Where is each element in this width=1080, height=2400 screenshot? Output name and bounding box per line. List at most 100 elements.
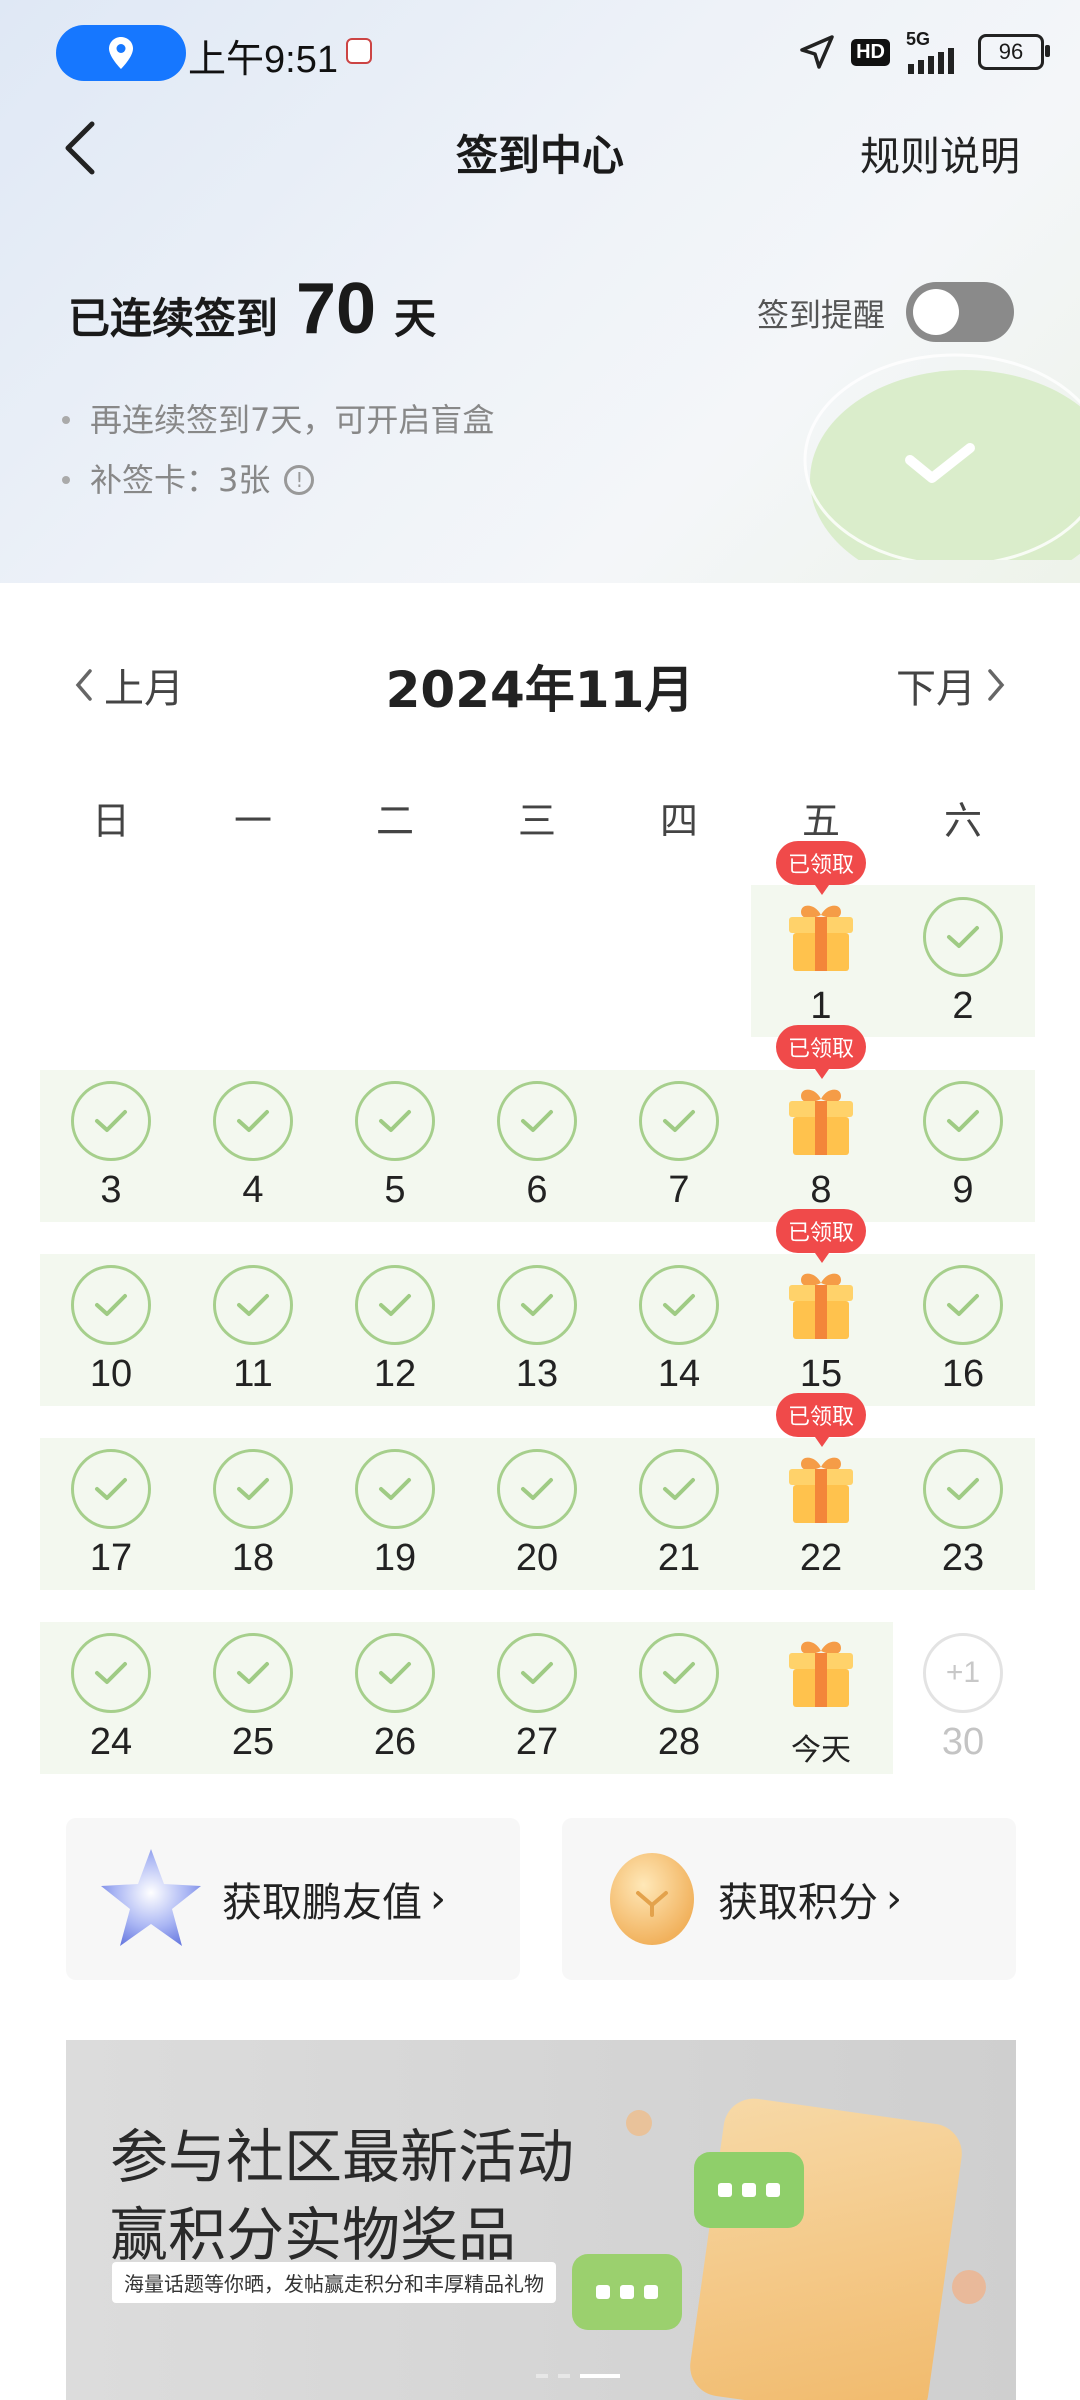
card-label: 获取积分 xyxy=(718,1880,878,1926)
check-icon xyxy=(663,1662,695,1684)
card-label: 获取鹏友值 xyxy=(222,1880,422,1926)
gift-icon xyxy=(789,1457,853,1523)
signal-5g-icon: 5G xyxy=(906,30,962,74)
rules-link[interactable]: 规则说明 xyxy=(860,124,1020,182)
get-pengyou-points-card[interactable]: 获取鹏友值 › xyxy=(66,1818,520,1980)
checked-day[interactable] xyxy=(71,1081,151,1161)
check-icon xyxy=(663,1110,695,1132)
day-number: 10 xyxy=(89,1353,133,1395)
checked-day[interactable] xyxy=(355,1449,435,1529)
day-number: 25 xyxy=(231,1721,275,1763)
checked-day[interactable] xyxy=(639,1449,719,1529)
checked-day[interactable] xyxy=(355,1081,435,1161)
banner-title: 赢积分实物奖品 xyxy=(110,2201,517,2269)
tip-item: 补签卡：3张! xyxy=(62,450,494,510)
chat-bubble-icon xyxy=(572,2254,682,2330)
check-icon xyxy=(947,1294,979,1316)
checked-day[interactable] xyxy=(213,1633,293,1713)
chevron-right-icon: › xyxy=(430,1876,446,1922)
day-number: 26 xyxy=(373,1721,417,1763)
today-gift[interactable] xyxy=(781,1633,861,1713)
gift-box[interactable] xyxy=(781,897,861,977)
check-icon xyxy=(379,1478,411,1500)
day-number: 28 xyxy=(657,1721,701,1763)
phone-illustration xyxy=(686,2094,966,2400)
checked-day[interactable] xyxy=(639,1265,719,1345)
info-icon[interactable]: ! xyxy=(284,465,315,495)
weekday-label: 六 xyxy=(943,799,982,843)
checked-day[interactable] xyxy=(923,897,1003,977)
battery-icon: 96 xyxy=(978,34,1050,70)
claimed-badge: 已领取 xyxy=(776,1393,866,1447)
checked-day[interactable] xyxy=(71,1449,151,1529)
checked-day[interactable] xyxy=(71,1265,151,1345)
app-notification-icon xyxy=(346,38,372,64)
page-dot-active xyxy=(580,2374,620,2378)
day-number: 17 xyxy=(89,1537,133,1579)
day-number: 15 xyxy=(799,1353,843,1395)
checked-day[interactable] xyxy=(923,1265,1003,1345)
checked-day[interactable] xyxy=(497,1449,577,1529)
checked-day[interactable] xyxy=(213,1081,293,1161)
check-icon xyxy=(237,1294,269,1316)
day-number: 8 xyxy=(810,1169,832,1211)
checked-day[interactable] xyxy=(923,1081,1003,1161)
check-icon xyxy=(237,1662,269,1684)
weekday-label: 日 xyxy=(91,799,130,843)
claimed-badge: 已领取 xyxy=(776,1025,866,1079)
gift-box[interactable] xyxy=(781,1081,861,1161)
activity-banner[interactable]: 参与社区最新活动 赢积分实物奖品 海量话题等你晒，发帖赢走积分和丰厚精品礼物 xyxy=(66,2040,1016,2400)
hd-badge: HD xyxy=(851,38,890,66)
location-pill[interactable] xyxy=(56,25,186,81)
gift-box[interactable] xyxy=(781,1265,861,1345)
coin-icon xyxy=(610,1853,694,1945)
checked-day[interactable] xyxy=(355,1633,435,1713)
check-icon xyxy=(947,1110,979,1132)
day-number: 27 xyxy=(515,1721,559,1763)
page-dot xyxy=(536,2374,548,2378)
check-icon xyxy=(379,1294,411,1316)
checked-day[interactable] xyxy=(923,1449,1003,1529)
checked-day[interactable] xyxy=(497,1081,577,1161)
banner-title: 参与社区最新活动 xyxy=(110,2123,575,2191)
day-number: 30 xyxy=(941,1721,985,1763)
today-label: 今天 xyxy=(791,1734,851,1767)
checked-day[interactable] xyxy=(497,1265,577,1345)
weekday-label: 二 xyxy=(375,799,414,843)
status-icons: HD 5G 96 xyxy=(799,30,1050,74)
star-icon xyxy=(101,1849,201,1946)
check-icon xyxy=(95,1662,127,1684)
checked-day[interactable] xyxy=(213,1449,293,1529)
next-month-button[interactable]: 下月 xyxy=(896,656,1006,714)
check-icon xyxy=(521,1478,553,1500)
day-number: 24 xyxy=(89,1721,133,1763)
weekday-label: 四 xyxy=(659,799,698,843)
checked-day[interactable] xyxy=(639,1081,719,1161)
checked-day[interactable] xyxy=(213,1265,293,1345)
day-number: 11 xyxy=(233,1353,273,1395)
day-number: 3 xyxy=(100,1169,122,1211)
banner-subtitle: 海量话题等你晒，发帖赢走积分和丰厚精品礼物 xyxy=(112,2262,556,2303)
get-points-card[interactable]: 获取积分 › xyxy=(562,1818,1016,1980)
check-icon xyxy=(663,1294,695,1316)
checked-day[interactable] xyxy=(71,1633,151,1713)
day-number: 16 xyxy=(941,1353,985,1395)
checked-day[interactable] xyxy=(497,1633,577,1713)
checked-day[interactable] xyxy=(639,1633,719,1713)
gift-box[interactable] xyxy=(781,1449,861,1529)
gift-icon xyxy=(789,905,853,971)
gift-icon xyxy=(789,1641,853,1707)
day-number: 21 xyxy=(657,1537,701,1579)
gift-icon xyxy=(789,1273,853,1339)
checked-day[interactable] xyxy=(355,1265,435,1345)
page-dot xyxy=(558,2374,570,2378)
chevron-right-icon: › xyxy=(886,1876,902,1922)
day-number: 2 xyxy=(952,985,974,1027)
day-number: 4 xyxy=(242,1169,264,1211)
check-icon xyxy=(95,1110,127,1132)
day-number: 1 xyxy=(810,985,832,1027)
check-icon xyxy=(95,1478,127,1500)
day-number: 22 xyxy=(799,1537,843,1579)
location-pin-icon xyxy=(109,37,133,69)
makeup-checkin-button[interactable]: +1 xyxy=(923,1633,1003,1713)
